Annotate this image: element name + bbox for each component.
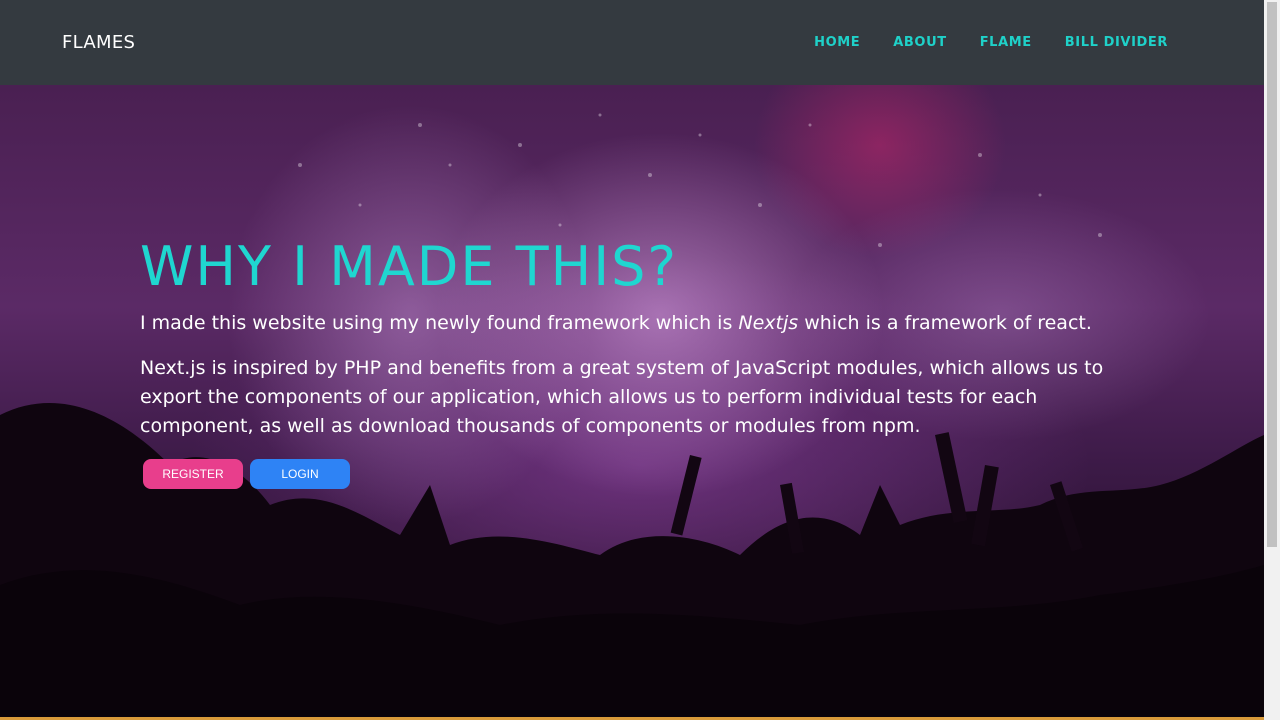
hero-intro-emphasis: Nextjs — [738, 312, 799, 334]
nav-link-flame[interactable]: FLAME — [980, 35, 1032, 50]
nav-link-about[interactable]: ABOUT — [893, 35, 946, 50]
nav-link-bill-divider[interactable]: BILL DIVIDER — [1065, 35, 1168, 50]
hero-buttons: REGISTER LOGIN — [143, 459, 1130, 489]
hero-intro-start: I made this website using my newly found… — [140, 312, 739, 334]
hero-section: WHY I MADE THIS? I made this website usi… — [0, 85, 1264, 720]
hero-intro-end: which is a framework of react. — [798, 312, 1092, 334]
hero-paragraph: Next.js is inspired by PHP and benefits … — [140, 357, 1104, 437]
hero-title: WHY I MADE THIS? — [140, 235, 679, 298]
hero-content: WHY I MADE THIS? I made this website usi… — [140, 235, 1130, 489]
nav-link-home[interactable]: HOME — [814, 35, 860, 50]
nav-links: HOME ABOUT FLAME BILL DIVIDER — [814, 35, 1168, 50]
scrollbar-thumb[interactable] — [1267, 2, 1277, 547]
login-button[interactable]: LOGIN — [250, 459, 350, 489]
hero-intro-line: I made this website using my newly found… — [140, 309, 1130, 338]
top-navbar: FLAMES HOME ABOUT FLAME BILL DIVIDER — [0, 0, 1264, 85]
brand-logo[interactable]: FLAMES — [62, 32, 135, 53]
vertical-scrollbar[interactable] — [1264, 0, 1280, 720]
register-button[interactable]: REGISTER — [143, 459, 243, 489]
